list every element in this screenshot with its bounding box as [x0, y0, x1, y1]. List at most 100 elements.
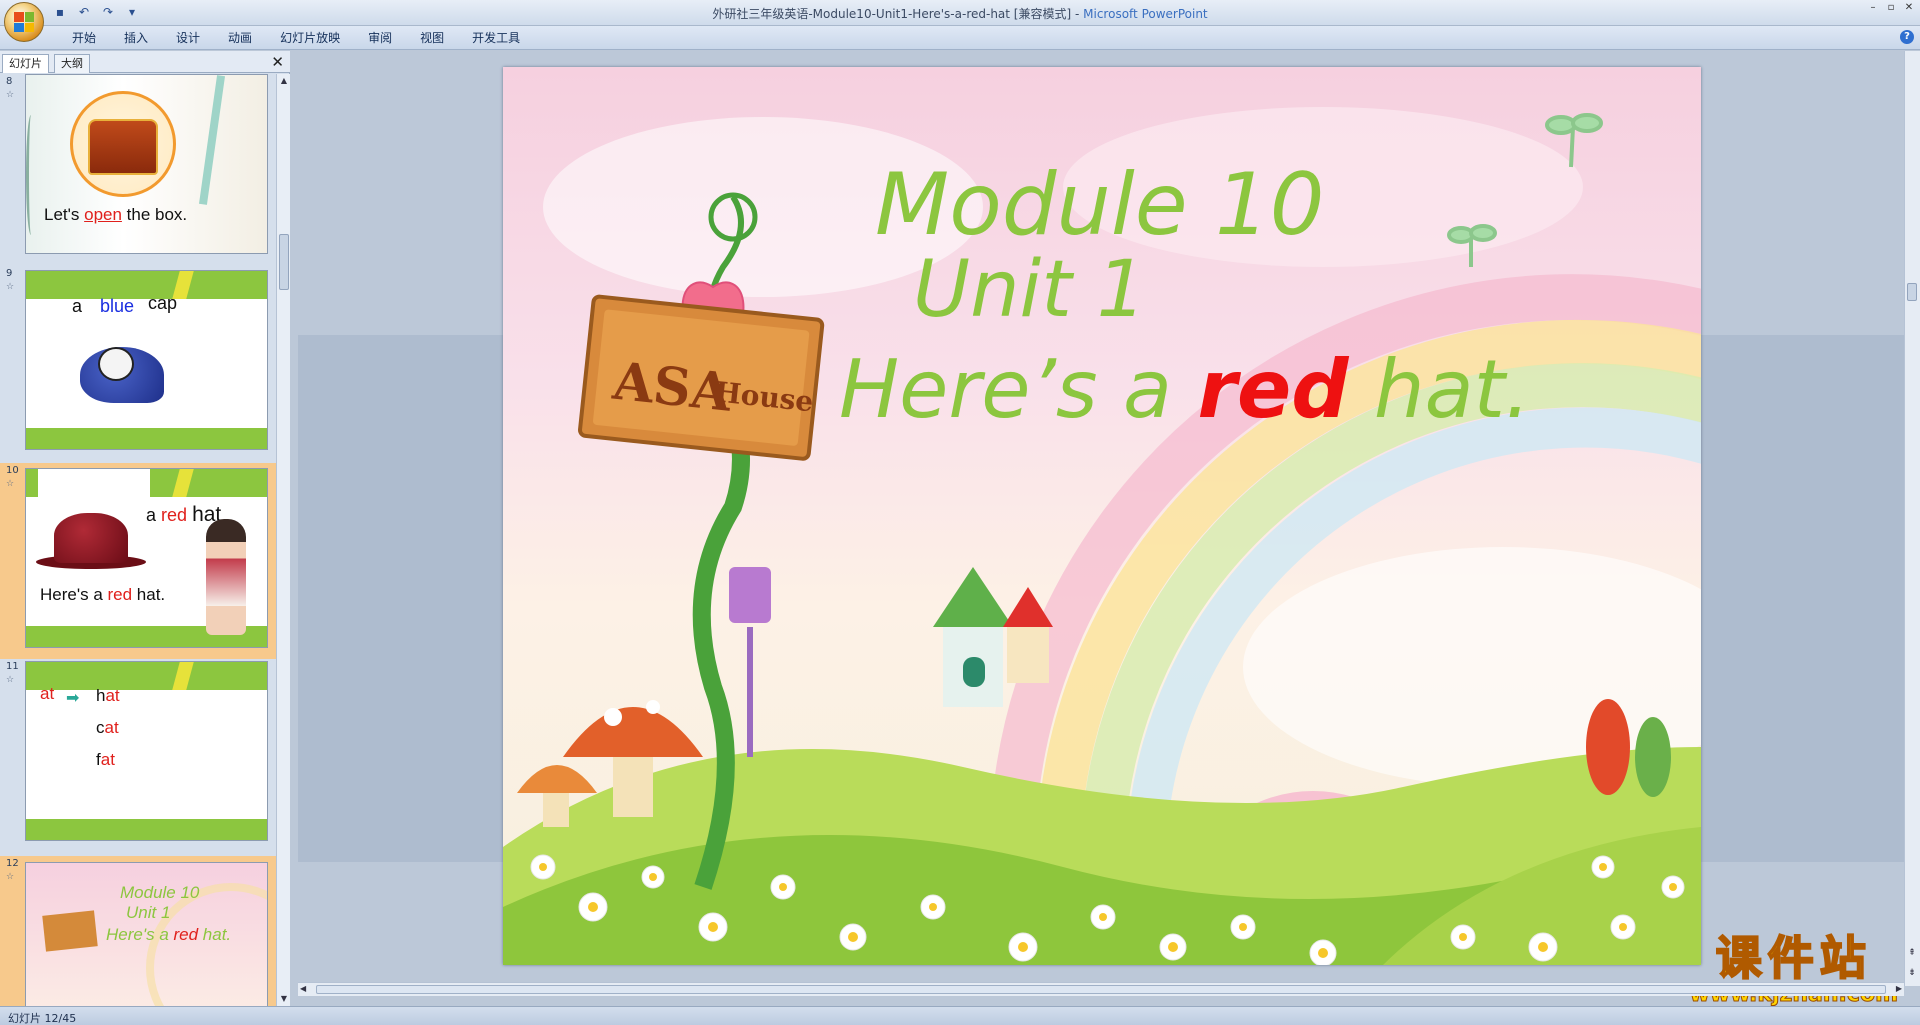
slide-number: 12 [6, 858, 19, 869]
prev-slide-icon[interactable]: ⇞ [1905, 948, 1919, 958]
tab-slides[interactable]: 幻灯片 [2, 54, 49, 73]
thumbnail-row-11[interactable]: 11 ☆ at ➡ hat cat fat [0, 659, 276, 856]
swirl-decoration [26, 115, 36, 235]
word-cat: cat [96, 718, 119, 737]
green-footer-band [26, 428, 267, 449]
green-tree-icon [1635, 717, 1671, 797]
animation-star-icon: ☆ [6, 282, 15, 292]
green-footer-band [26, 819, 267, 840]
thumbnail-row-8[interactable]: 8 ☆ Let's open the box. [0, 74, 276, 266]
scroll-left-icon[interactable]: ◀ [300, 984, 306, 993]
thumbnail-slide-11[interactable]: at ➡ hat cat fat [25, 661, 268, 841]
tab-insert[interactable]: 插入 [110, 30, 162, 46]
slide-number: 9 [6, 268, 13, 279]
thumbnail-slide-10[interactable]: a red hat Here's a red hat. [25, 468, 268, 648]
panel-scroll-thumb[interactable] [279, 234, 289, 290]
tab-developer[interactable]: 开发工具 [458, 30, 534, 46]
arrow-right-icon: ➡ [66, 688, 80, 707]
slide-counter: 幻灯片 12/45 [8, 1012, 77, 1025]
office-button[interactable] [4, 2, 44, 42]
thumbnail-row-10[interactable]: 10 ☆ a red hat Here's a red hat. [0, 463, 276, 659]
panel-tabs: 幻灯片 大纲 ✕ [0, 51, 290, 73]
tab-design[interactable]: 设计 [162, 30, 214, 46]
scroll-down-icon[interactable]: ▼ [277, 992, 291, 1006]
sentence-part-1: Here’s a [839, 343, 1198, 436]
animation-star-icon: ☆ [6, 675, 15, 685]
panel-scrollbar[interactable]: ▲ ▼ [276, 74, 290, 1006]
word-fat: fat [96, 750, 115, 769]
thumb-title: Here's a red hat. [106, 925, 232, 944]
slide-title-sentence[interactable]: Here’s a red hat. [839, 343, 1530, 436]
ribbon-tabs: 开始 插入 设计 动画 幻灯片放映 审阅 视图 开发工具 [58, 30, 534, 46]
slide-number: 10 [6, 465, 19, 476]
window-title: 外研社三年级英语-Module10-Unit1-Here's-a-red-hat… [0, 5, 1920, 22]
slide-number: 11 [6, 661, 19, 672]
word-hat: hat [96, 686, 120, 705]
animation-star-icon: ☆ [6, 479, 15, 489]
thumb-unit: Unit 1 [126, 903, 171, 922]
ribbon: 开始 插入 设计 动画 幻灯片放映 审阅 视图 开发工具 ? [0, 26, 1920, 50]
minimize-button[interactable]: – [1866, 2, 1880, 14]
tab-view[interactable]: 视图 [406, 30, 458, 46]
red-tree-icon [1586, 699, 1630, 795]
phonics-at: at [40, 684, 55, 703]
thumbnail-row-9[interactable]: 9 ☆ a blue cap [0, 266, 276, 463]
slide-number: 8 [6, 76, 13, 87]
next-slide-icon[interactable]: ⇟ [1905, 968, 1919, 978]
thumbnail-slide-12[interactable]: Module 10 Unit 1 Here's a red hat. [25, 862, 268, 1006]
tab-outline[interactable]: 大纲 [54, 54, 90, 73]
current-slide[interactable]: ASA House Module 10 Unit 1 Here’s a red … [503, 67, 1701, 965]
thumbnail-caption: a red hat [146, 503, 222, 526]
lamp-icon [729, 567, 771, 623]
main-horizontal-scrollbar[interactable]: ◀ ▶ [298, 982, 1904, 996]
word-blue: blue [100, 296, 135, 316]
animation-star-icon: ☆ [6, 90, 15, 100]
window-controls: – ▫ ✕ [1866, 2, 1916, 14]
document-title: 外研社三年级英语-Module10-Unit1-Here's-a-red-hat… [712, 7, 1084, 21]
thumbnail-row-12[interactable]: 12 ☆ Module 10 Unit 1 Here's a red hat. [0, 856, 276, 1006]
office-logo-icon [14, 12, 34, 32]
horizontal-scroll-thumb[interactable] [316, 985, 1886, 994]
slides-panel: 幻灯片 大纲 ✕ 8 ☆ Let's open the box. 9 ☆ a b… [0, 51, 290, 1006]
thumb-module: Module 10 [120, 883, 200, 902]
small-house-icon [1003, 587, 1053, 683]
thumbnail-list: 8 ☆ Let's open the box. 9 ☆ a blue cap 1… [0, 74, 276, 1006]
thumbnail-slide-8[interactable]: Let's open the box. [25, 74, 268, 254]
title-bar: ▪ ↶ ↷ ▾ 外研社三年级英语-Module10-Unit1-Here's-a… [0, 0, 1920, 42]
word-red: red [1197, 343, 1349, 436]
green-header-band [26, 271, 267, 299]
status-bar: 幻灯片 12/45 [0, 1006, 1920, 1025]
tab-review[interactable]: 审阅 [354, 30, 406, 46]
panda-face-icon [98, 347, 134, 381]
lamp-post [747, 627, 753, 757]
tab-slideshow[interactable]: 幻灯片放映 [266, 30, 354, 46]
maximize-button[interactable]: ▫ [1884, 2, 1898, 14]
animation-star-icon: ☆ [6, 872, 15, 882]
scroll-up-icon[interactable]: ▲ [277, 74, 291, 88]
main-vertical-scrollbar[interactable]: ⇞ ⇟ [1904, 51, 1920, 986]
green-header-band [26, 662, 267, 690]
sentence-part-2: hat. [1348, 343, 1531, 436]
scroll-right-icon[interactable]: ▶ [1896, 984, 1902, 993]
close-button[interactable]: ✕ [1902, 2, 1916, 14]
help-icon[interactable]: ? [1900, 30, 1914, 44]
sign-board-icon [42, 910, 98, 952]
app-name: Microsoft PowerPoint [1083, 7, 1208, 21]
treasure-chest-icon [88, 119, 158, 175]
thumbnail-slide-9[interactable]: a blue cap [25, 270, 268, 450]
word-cap: cap [148, 293, 178, 313]
red-hat-icon [54, 513, 128, 563]
thumbnail-sentence: Here's a red hat. [40, 585, 166, 604]
tab-home[interactable]: 开始 [58, 30, 110, 46]
watermark-title: 课件站 [1715, 931, 1872, 985]
tab-animations[interactable]: 动画 [214, 30, 266, 46]
thumbnail-caption: Let's open the box. [44, 205, 188, 224]
slide-title-module[interactable]: Module 10 [875, 155, 1324, 255]
slide-title-unit[interactable]: Unit 1 [913, 245, 1146, 335]
word-a: a [72, 296, 83, 316]
girl-figure [206, 519, 246, 635]
main-scroll-thumb[interactable] [1907, 283, 1917, 301]
white-header-box [38, 469, 150, 497]
close-panel-icon[interactable]: ✕ [271, 53, 284, 71]
house-icon [933, 567, 1013, 707]
